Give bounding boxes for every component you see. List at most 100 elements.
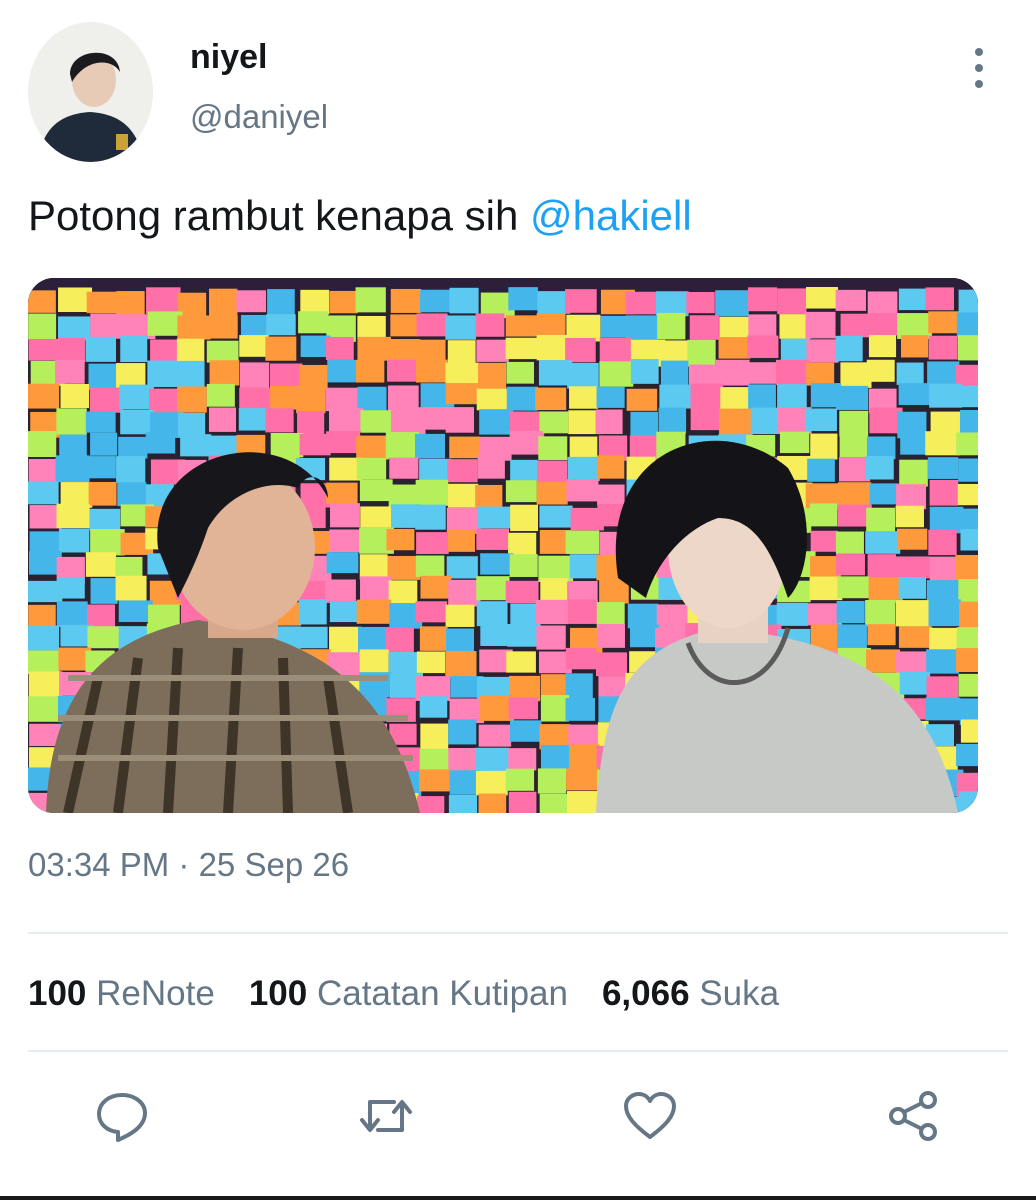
sticky-note bbox=[28, 481, 59, 505]
sticky-note bbox=[445, 651, 477, 679]
sticky-note bbox=[416, 313, 448, 337]
sticky-note bbox=[475, 313, 505, 337]
sticky-note bbox=[899, 459, 928, 487]
sticky-note bbox=[236, 290, 267, 313]
sticky-note bbox=[387, 385, 419, 413]
sticky-note bbox=[505, 480, 537, 503]
more-vertical-icon[interactable] bbox=[962, 48, 996, 88]
sticky-note bbox=[28, 625, 60, 651]
sticky-note bbox=[956, 743, 978, 767]
sticky-note bbox=[719, 408, 753, 435]
sticky-note bbox=[565, 673, 593, 699]
sticky-note bbox=[865, 455, 894, 480]
sticky-note bbox=[567, 362, 599, 389]
sticky-note bbox=[898, 577, 927, 599]
sticky-note bbox=[866, 359, 895, 382]
sticky-note bbox=[958, 458, 978, 482]
sticky-note bbox=[866, 649, 900, 673]
sticky-note bbox=[539, 411, 569, 434]
user-handle[interactable]: @daniyel bbox=[190, 98, 328, 136]
sticky-note bbox=[926, 676, 959, 701]
sticky-note bbox=[835, 385, 869, 410]
sticky-note bbox=[445, 604, 475, 627]
sticky-note bbox=[55, 455, 90, 483]
sticky-note bbox=[478, 724, 512, 747]
mention-link[interactable]: @hakiell bbox=[530, 192, 692, 239]
sticky-note bbox=[929, 383, 963, 408]
sticky-note bbox=[506, 386, 539, 411]
sticky-note bbox=[60, 384, 90, 409]
sticky-note bbox=[748, 384, 776, 411]
sticky-note bbox=[120, 409, 154, 435]
renote-button[interactable] bbox=[358, 1088, 414, 1144]
sticky-note bbox=[658, 407, 687, 434]
sticky-note bbox=[147, 311, 183, 336]
sticky-note bbox=[419, 696, 448, 718]
sticky-note bbox=[896, 362, 924, 385]
sticky-note bbox=[266, 314, 296, 336]
reply-button[interactable] bbox=[94, 1088, 150, 1144]
sticky-note bbox=[415, 407, 450, 430]
renote-stat[interactable]: 100 ReNote bbox=[28, 974, 215, 1014]
sticky-note bbox=[565, 697, 595, 721]
avatar[interactable] bbox=[28, 22, 153, 162]
sticky-note bbox=[475, 747, 509, 772]
tweet-body: Potong rambut kenapa sih bbox=[28, 192, 519, 239]
sticky-note bbox=[56, 503, 90, 529]
sticky-note bbox=[267, 289, 295, 316]
sticky-note bbox=[415, 601, 448, 623]
sticky-note bbox=[805, 408, 837, 432]
sticky-note bbox=[777, 384, 807, 409]
like-button[interactable] bbox=[622, 1088, 678, 1144]
sticky-note bbox=[630, 411, 658, 436]
sticky-note bbox=[566, 791, 600, 813]
sticky-note bbox=[958, 791, 978, 813]
sticky-note bbox=[87, 626, 122, 649]
sticky-note bbox=[419, 769, 453, 792]
sticky-note bbox=[537, 768, 567, 794]
sticky-note bbox=[810, 433, 838, 460]
sticky-note bbox=[779, 431, 810, 454]
sticky-note bbox=[955, 554, 978, 581]
quote-stat[interactable]: 100 Catatan Kutipan bbox=[249, 974, 568, 1014]
sticky-note bbox=[509, 720, 542, 742]
sticky-note bbox=[715, 359, 750, 386]
sticky-note bbox=[475, 770, 508, 796]
sticky-note bbox=[957, 483, 978, 506]
sticky-note bbox=[810, 530, 839, 552]
tweet-photo[interactable] bbox=[28, 278, 978, 813]
sticky-note bbox=[540, 695, 570, 722]
sticky-note bbox=[55, 359, 85, 384]
sticky-note bbox=[265, 336, 297, 361]
display-name[interactable]: niyel bbox=[190, 38, 267, 77]
sticky-note bbox=[565, 289, 597, 313]
sticky-note bbox=[506, 651, 536, 673]
sticky-note bbox=[85, 411, 116, 433]
sticky-note bbox=[960, 385, 978, 408]
sticky-note bbox=[569, 386, 598, 409]
sticky-note bbox=[359, 554, 388, 580]
sticky-note bbox=[448, 747, 478, 772]
sticky-note bbox=[447, 483, 479, 508]
share-button[interactable] bbox=[886, 1088, 942, 1144]
sticky-note bbox=[780, 338, 810, 362]
sticky-note bbox=[115, 575, 147, 601]
sticky-note bbox=[958, 579, 978, 603]
sticky-note bbox=[28, 290, 56, 313]
sticky-note bbox=[420, 723, 449, 750]
like-stat[interactable]: 6,066 Suka bbox=[602, 974, 779, 1014]
sticky-note bbox=[415, 479, 449, 506]
sticky-note bbox=[415, 359, 448, 383]
sticky-note bbox=[420, 575, 452, 599]
sticky-note bbox=[415, 433, 445, 459]
sticky-note bbox=[28, 604, 56, 628]
sticky-note bbox=[420, 289, 451, 313]
sticky-note bbox=[298, 599, 327, 625]
sticky-note bbox=[28, 650, 60, 674]
sticky-note bbox=[479, 409, 514, 435]
sticky-note bbox=[898, 288, 929, 311]
sticky-note bbox=[177, 315, 211, 340]
sticky-note bbox=[449, 698, 485, 724]
sticky-note bbox=[508, 287, 538, 311]
sticky-note bbox=[626, 388, 658, 411]
